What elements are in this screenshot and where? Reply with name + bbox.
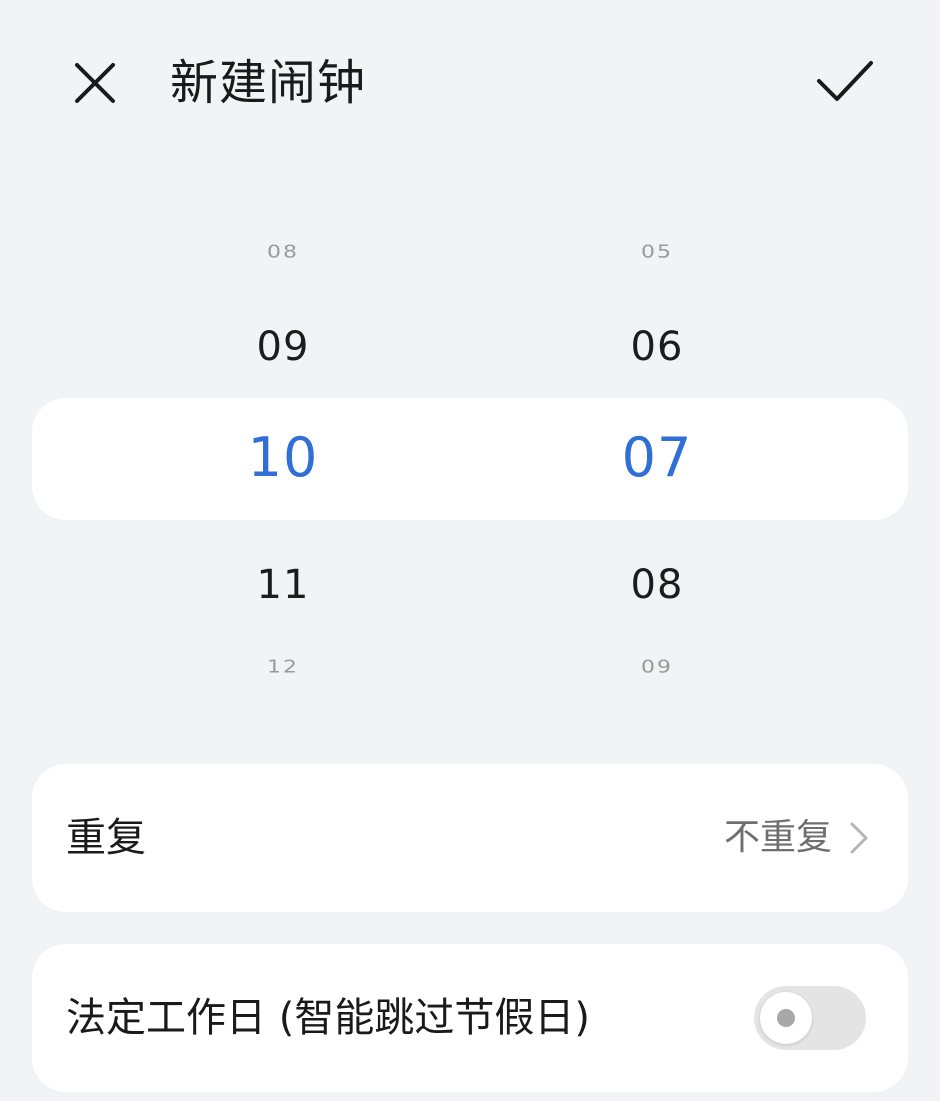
workday-setting-row: 法定工作日 (智能跳过节假日): [32, 944, 908, 1092]
confirm-button[interactable]: [808, 46, 882, 116]
toggle-knob: [760, 992, 812, 1044]
page-title: 新建闹钟: [170, 55, 367, 111]
hour-wheel[interactable]: 08 09 10 11 12: [153, 200, 413, 730]
checkmark-icon: [817, 61, 873, 101]
minute-option[interactable]: 05: [527, 243, 787, 263]
minute-option[interactable]: 08: [527, 562, 787, 608]
time-picker: 08 09 10 11 12 05 06 07 08 09: [0, 200, 940, 730]
workday-label: 法定工作日 (智能跳过节假日): [66, 995, 590, 1041]
minute-option[interactable]: 09: [527, 658, 787, 678]
minute-wheel[interactable]: 05 06 07 08 09: [527, 200, 787, 730]
toggle-off-dot-icon: [777, 1009, 795, 1027]
repeat-value: 不重复: [723, 817, 832, 858]
repeat-setting-row[interactable]: 重复 不重复: [32, 764, 908, 912]
minute-option[interactable]: 06: [527, 324, 787, 370]
workday-toggle[interactable]: [754, 986, 866, 1050]
close-icon: [75, 63, 115, 103]
hour-option[interactable]: 08: [153, 243, 413, 263]
hour-option[interactable]: 12: [153, 658, 413, 678]
close-button[interactable]: [62, 50, 128, 116]
chevron-right-icon: [850, 822, 868, 854]
repeat-label: 重复: [66, 815, 146, 861]
minute-selected[interactable]: 07: [527, 426, 787, 489]
header-bar: 新建闹钟: [0, 0, 940, 170]
hour-selected[interactable]: 10: [153, 426, 413, 489]
hour-option[interactable]: 09: [153, 324, 413, 370]
hour-option[interactable]: 11: [153, 562, 413, 608]
